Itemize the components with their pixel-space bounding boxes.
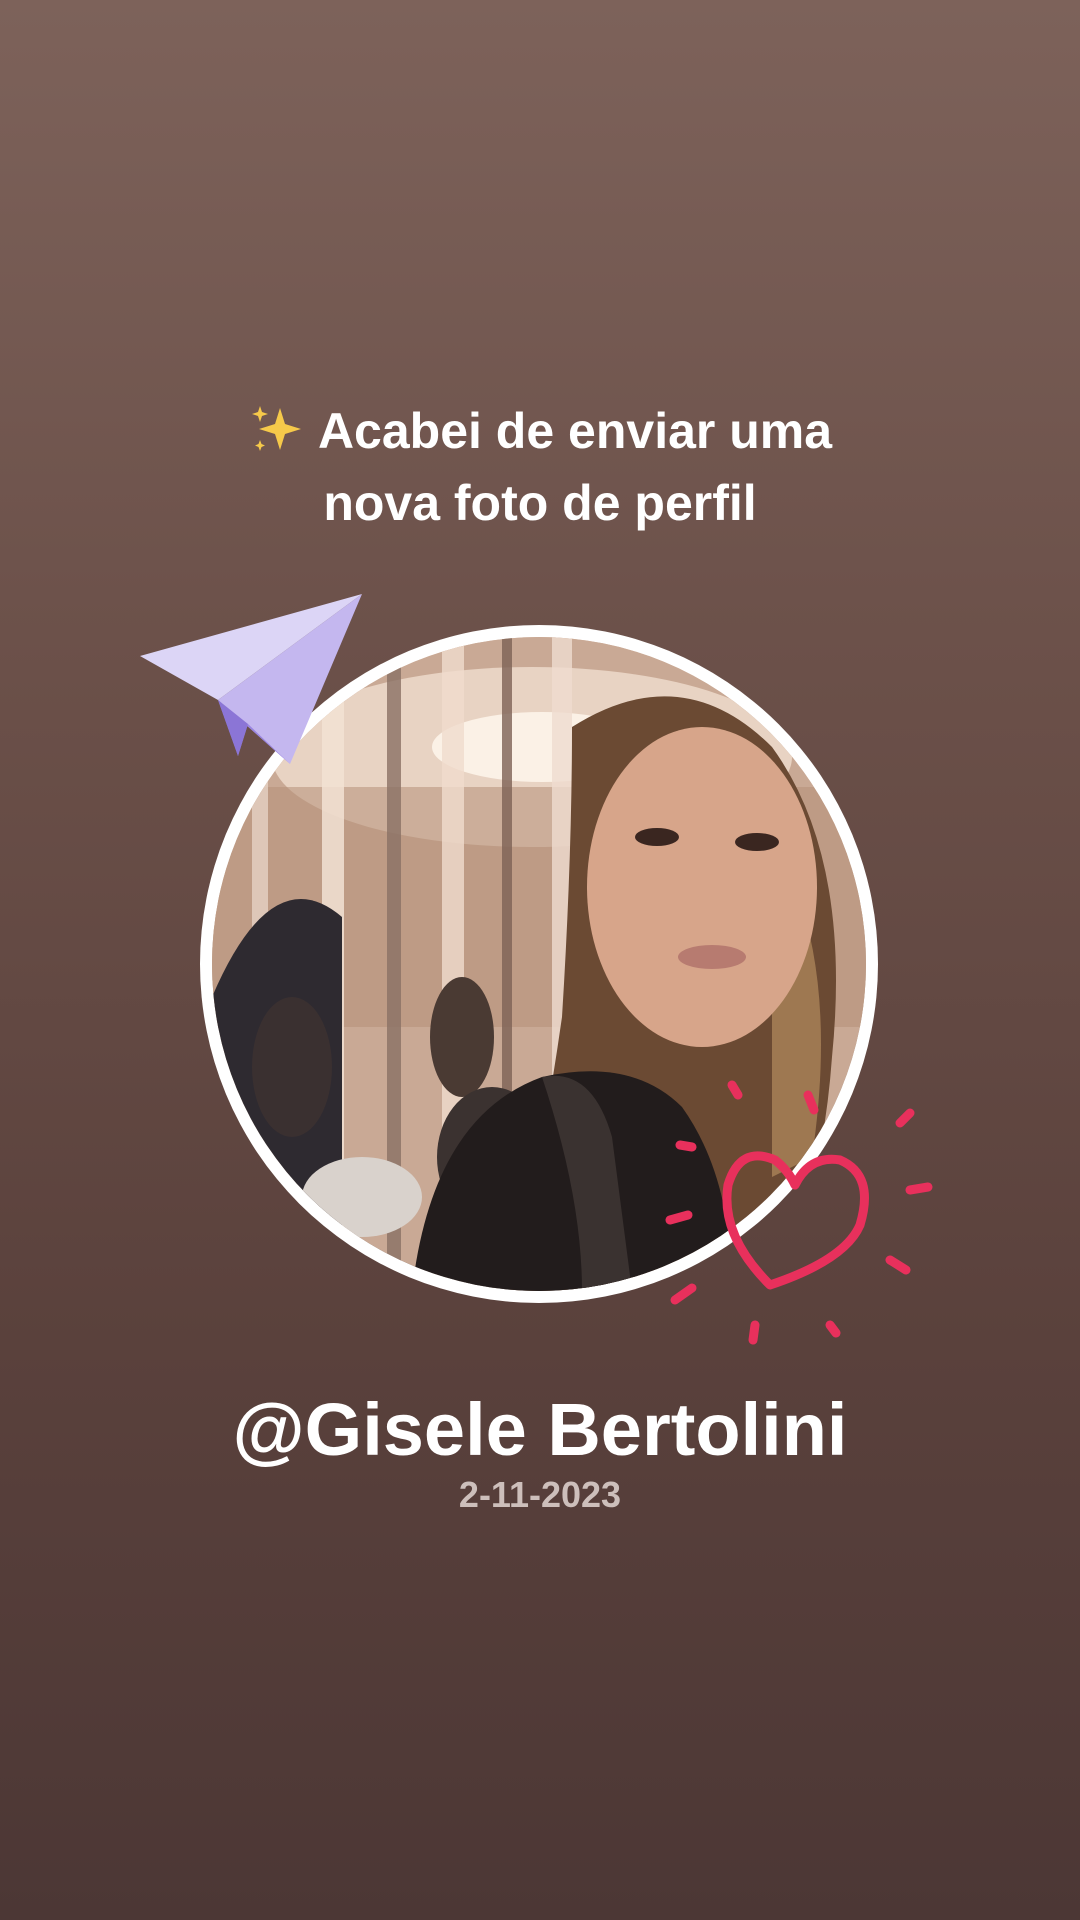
paper-plane-icon [140, 594, 362, 764]
headline-line-2: nova foto de perfil [323, 475, 757, 531]
headline: Acabei de enviar uma nova foto de perfil [0, 395, 1080, 539]
username: @Gisele Bertolini [232, 1388, 848, 1471]
headline-line-1: Acabei de enviar uma [0, 395, 1080, 467]
headline-text-1: Acabei de enviar uma [317, 403, 833, 459]
heart-doodle-icon [665, 1080, 933, 1345]
sparkles-icon [251, 406, 301, 451]
post-date: 2-11-2023 [458, 1474, 622, 1515]
